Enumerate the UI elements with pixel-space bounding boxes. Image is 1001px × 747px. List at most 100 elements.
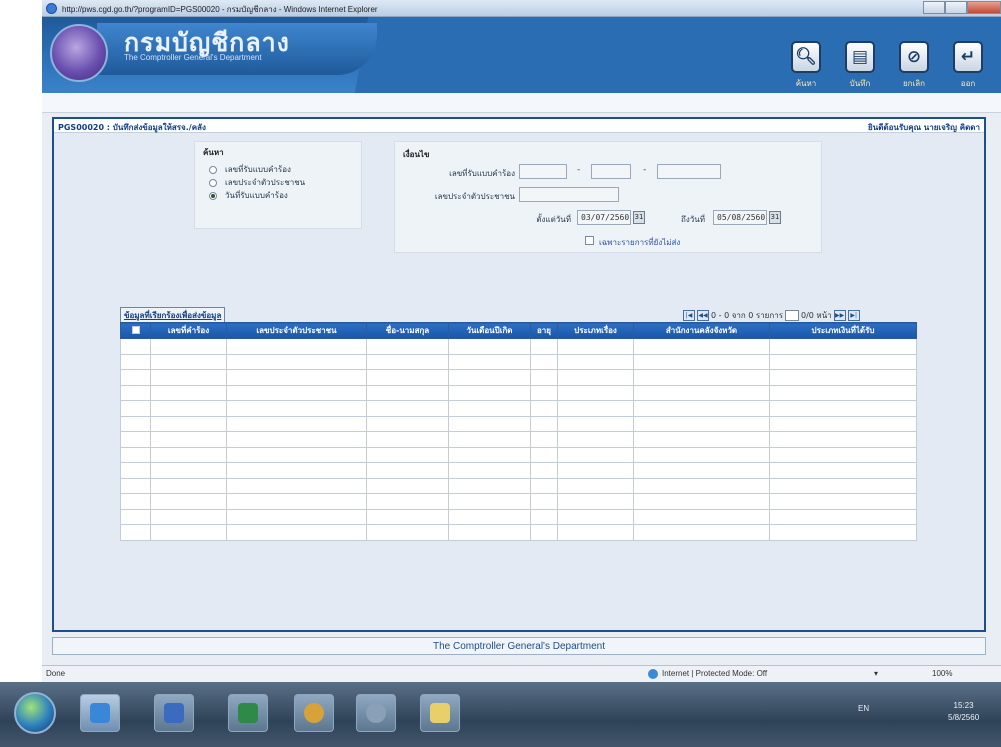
folder-icon	[430, 703, 450, 723]
table-cell	[150, 462, 227, 479]
table-cell	[769, 477, 917, 494]
request-no-part3-input[interactable]	[657, 164, 721, 179]
table-cell	[633, 493, 770, 510]
select-all-column[interactable]	[120, 322, 151, 339]
table-cell	[448, 353, 531, 370]
media-icon	[366, 703, 386, 723]
language-indicator[interactable]: EN	[858, 704, 869, 713]
radio-label: เลขที่รับแบบคำร้อง	[225, 165, 291, 174]
close-window-button[interactable]	[967, 1, 1001, 14]
window-controls	[923, 0, 1001, 15]
taskbar-app-button[interactable]	[228, 694, 268, 732]
save-icon: ▤	[851, 47, 869, 67]
save-button[interactable]: ▤	[845, 41, 875, 73]
zoom-level[interactable]: 100%	[932, 669, 952, 678]
results-table: เลขที่คำร้อง เลขประจำตัวประชาชน ชื่อ-นาม…	[120, 322, 917, 541]
header-strip	[42, 93, 1001, 113]
table-cell	[448, 493, 531, 510]
prev-page-button[interactable]: ◀◀	[697, 310, 709, 321]
calendar-icon[interactable]: 31	[769, 211, 781, 224]
table-cell	[366, 353, 449, 370]
tools-icon[interactable]: ▾	[874, 669, 878, 678]
taskbar-app-button[interactable]	[356, 694, 396, 732]
taskbar-app-button[interactable]	[420, 694, 460, 732]
select-all-checkbox[interactable]	[131, 325, 140, 334]
table-cell	[530, 508, 558, 525]
table-cell	[448, 384, 531, 401]
radio-option-request-date[interactable]: วันที่รับแบบคำร้อง	[203, 189, 353, 202]
radio-option-citizen-id[interactable]: เลขประจำตัวประชาชน	[203, 176, 353, 189]
page-number-input[interactable]	[785, 310, 800, 321]
table-cell	[366, 508, 449, 525]
table-cell	[769, 384, 917, 401]
table-cell	[530, 431, 558, 448]
table-row	[120, 477, 917, 494]
maximize-button[interactable]	[945, 1, 967, 14]
table-cell	[150, 353, 227, 370]
table-row	[120, 462, 917, 479]
column-header: ประเภทเรื่อง	[557, 322, 634, 339]
only-unsent-label[interactable]: เฉพาะรายการที่ยังไม่ส่ง	[599, 236, 680, 249]
request-no-part2-input[interactable]	[591, 164, 631, 179]
taskbar-ie-button[interactable]	[80, 694, 120, 732]
table-cell	[557, 508, 634, 525]
table-cell	[557, 415, 634, 432]
start-date-input[interactable]: 03/07/2560	[577, 210, 631, 225]
end-date-input[interactable]: 05/08/2560	[713, 210, 767, 225]
only-unsent-checkbox[interactable]	[585, 236, 594, 245]
window-title: http://pws.cgd.go.th/?programID=PGS00020…	[62, 5, 378, 14]
table-cell	[150, 415, 227, 432]
table-row	[120, 508, 917, 525]
table-cell	[120, 400, 151, 417]
browser-titlebar: http://pws.cgd.go.th/?programID=PGS00020…	[42, 0, 1001, 17]
cancel-button[interactable]: ⊘	[899, 41, 929, 73]
table-cell	[226, 493, 367, 510]
table-cell	[557, 524, 634, 541]
table-cell	[448, 462, 531, 479]
page: กรมบัญชีกลาง The Comptroller General's D…	[42, 17, 1001, 665]
save-button-label: บันทึก	[849, 79, 871, 88]
pager: |◀ ◀◀ 0 - 0 จาก 0 รายการ 0/0 หน้า ▶▶ ▶|	[683, 309, 862, 322]
last-page-button[interactable]: ▶|	[847, 310, 860, 321]
table-cell	[530, 338, 558, 355]
radio-option-request-no[interactable]: เลขที่รับแบบคำร้อง	[203, 163, 353, 176]
table-cell	[530, 446, 558, 463]
exit-button[interactable]: ↵	[953, 41, 983, 73]
radio-button-selected[interactable]	[209, 191, 217, 200]
clock[interactable]: 15:23 5/8/2560	[948, 700, 979, 724]
user-info: ยินดีต้อนรับคุณ นายเจริญ คิดดา	[868, 123, 980, 132]
first-page-button[interactable]: |◀	[683, 310, 695, 321]
table-cell	[226, 400, 367, 417]
table-row	[120, 338, 917, 355]
search-button[interactable]: 🔍︎	[791, 41, 821, 73]
taskbar-app-button[interactable]	[154, 694, 194, 732]
radio-button[interactable]	[209, 178, 217, 187]
table-cell	[769, 369, 917, 386]
table-cell	[366, 493, 449, 510]
radio-button[interactable]	[209, 165, 217, 174]
table-cell	[120, 369, 151, 386]
taskbar-app-button[interactable]	[294, 694, 334, 732]
calendar-icon[interactable]: 31	[633, 211, 645, 224]
table-cell	[150, 524, 227, 541]
column-header: อายุ	[530, 322, 558, 339]
table-cell	[120, 415, 151, 432]
program-title: PGS00020 : บันทึกส่งข้อมูลให้สรจ./คลัง	[58, 123, 206, 132]
start-date-label: ตั้งแต่วันที่	[536, 215, 571, 224]
column-header: เลขที่คำร้อง	[150, 322, 227, 339]
chrome-icon	[304, 703, 324, 723]
security-zone[interactable]: Internet | Protected Mode: Off	[662, 669, 767, 678]
citizen-id-input[interactable]	[519, 187, 619, 202]
table-cell	[633, 477, 770, 494]
start-button[interactable]	[14, 692, 56, 734]
table-cell	[633, 524, 770, 541]
table-cell	[366, 400, 449, 417]
table-cell	[226, 508, 367, 525]
table-cell	[226, 415, 367, 432]
ie-icon	[46, 3, 57, 14]
next-page-button[interactable]: ▶▶	[833, 310, 846, 321]
table-cell	[557, 477, 634, 494]
minimize-button[interactable]	[923, 1, 945, 14]
request-no-part1-input[interactable]	[519, 164, 567, 179]
table-cell	[769, 431, 917, 448]
